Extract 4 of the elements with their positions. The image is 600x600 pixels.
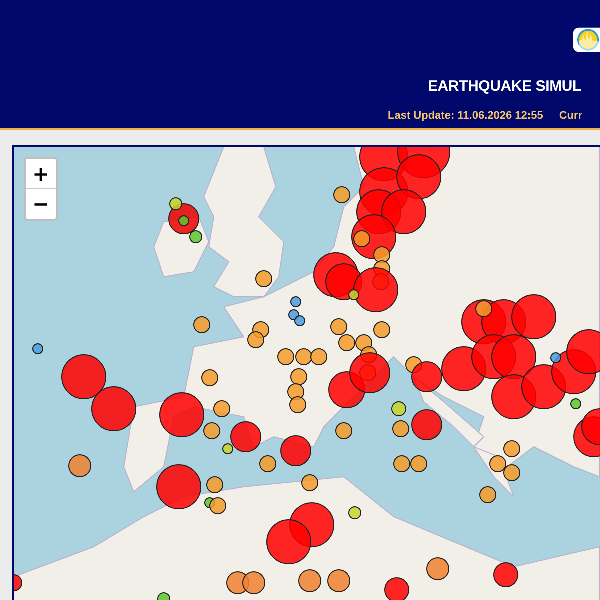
zoom-in-button[interactable]: + [26, 159, 56, 189]
last-update-text: Last Update: 11.06.2026 12:55 [388, 110, 544, 122]
page-title: EARTHQUAKE SIMUL [428, 78, 582, 95]
current-text: Curr [559, 110, 583, 122]
